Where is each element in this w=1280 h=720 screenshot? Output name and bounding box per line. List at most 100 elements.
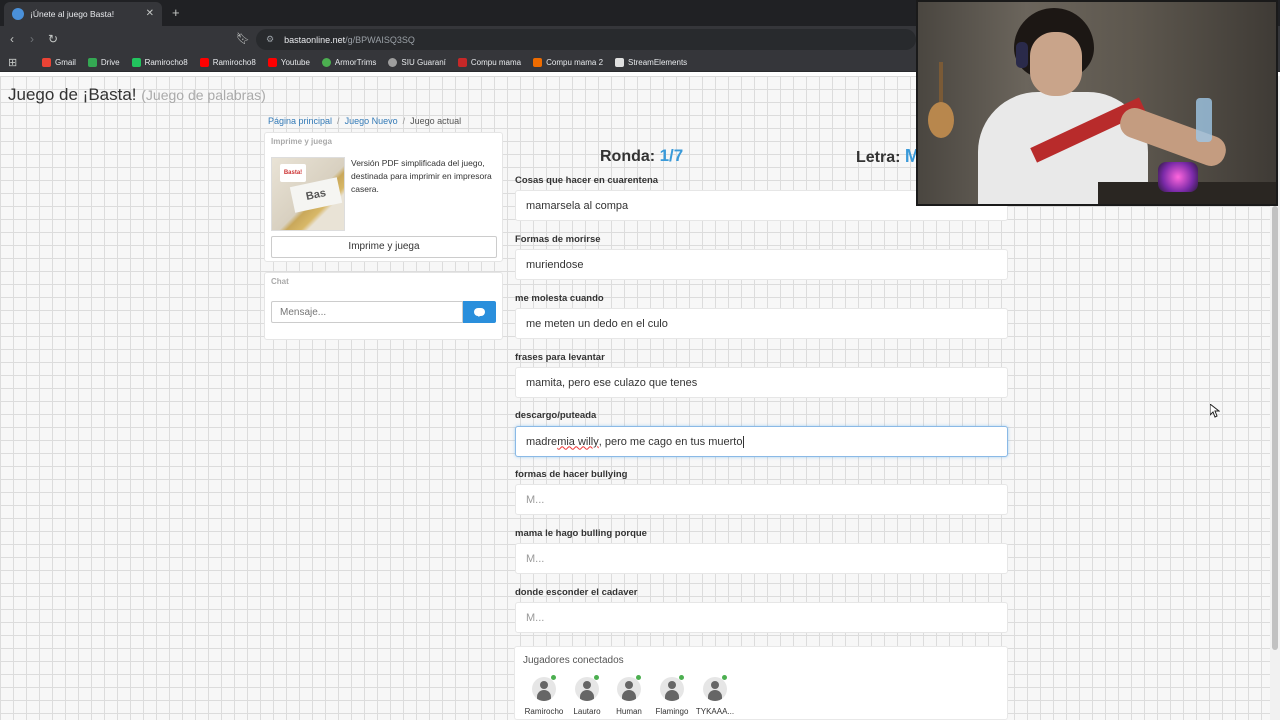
guitar-image — [926, 62, 956, 142]
breadcrumb-current: Juego actual — [410, 116, 462, 126]
streamelements-icon — [615, 57, 625, 67]
bookmark-drive[interactable]: Drive — [82, 57, 126, 67]
webcam-overlay — [916, 0, 1278, 206]
user-avatar-icon — [660, 677, 684, 701]
category-input[interactable]: me meten un dedo en el culo — [515, 308, 1008, 339]
player-item[interactable]: Flamingo — [649, 675, 695, 716]
player-item[interactable]: Ramirocho — [521, 675, 567, 716]
print-thumbnail[interactable]: Basta! Bas — [271, 157, 345, 231]
category-label: frases para levantar — [515, 352, 605, 363]
browser-tab[interactable]: ¡Únete al juego Basta! ✕ — [4, 2, 162, 26]
category-input[interactable]: M... — [515, 543, 1008, 574]
siu-icon — [388, 57, 398, 67]
breadcrumb-home-link[interactable]: Página principal — [268, 116, 332, 126]
compu-mama-icon — [457, 57, 467, 67]
player-name: Lautaro — [573, 707, 601, 716]
chat-send-button[interactable] — [463, 301, 496, 323]
water-bottle-image — [1196, 98, 1212, 142]
round-value: 1/7 — [659, 146, 684, 165]
back-icon[interactable]: ‹ — [10, 32, 14, 46]
chat-heading: Chat — [271, 277, 289, 286]
site-info-icon[interactable]: ⚙ — [266, 34, 274, 45]
round-indicator: Ronda: 1/7 — [600, 146, 684, 165]
players-title: Jugadores conectados — [523, 655, 624, 666]
bookmark-streamelements[interactable]: StreamElements — [609, 57, 693, 67]
drive-icon — [87, 57, 97, 67]
chat-bubble-icon — [474, 308, 485, 317]
chat-panel: Chat — [264, 272, 503, 340]
url-text: bastaonline.net/g/BPWAISQ3SQ — [284, 34, 415, 45]
category-input[interactable]: muriendose — [515, 249, 1008, 280]
category-label: Formas de morirse — [515, 234, 601, 245]
print-description: Versión PDF simplificada del juego, dest… — [351, 158, 492, 194]
youtube-icon — [199, 57, 209, 67]
paper-sheet-image: Bas — [289, 177, 343, 213]
reload-icon[interactable]: ↻ — [48, 32, 58, 46]
player-item[interactable]: Human — [606, 675, 652, 716]
bookmark-armortrims[interactable]: ArmorTrims — [316, 57, 382, 67]
breadcrumb-separator: / — [402, 116, 406, 126]
page-title: Juego de ¡Basta! (Juego de palabras) — [8, 85, 266, 104]
bookmark-youtube[interactable]: Youtube — [262, 57, 316, 67]
print-panel-heading: Imprime y juega — [271, 137, 332, 146]
letter-indicator: Letra: M — [856, 146, 920, 166]
forward-icon[interactable]: › — [30, 32, 34, 46]
category-label: donde esconder el cadaver — [515, 587, 638, 598]
user-avatar-icon — [617, 677, 641, 701]
tab-close-icon[interactable]: ✕ — [146, 9, 154, 19]
scrollbar-thumb[interactable] — [1272, 206, 1278, 650]
bookmark-siu-guarani[interactable]: SIU Guaraní — [382, 57, 451, 67]
compu-mama-2-icon — [533, 57, 543, 67]
kick-icon — [131, 57, 141, 67]
online-status-icon — [636, 675, 641, 680]
player-item[interactable]: Lautaro — [564, 675, 610, 716]
print-panel: Imprime y juega Basta! Bas Versión PDF s… — [264, 132, 503, 262]
headset-icon — [1016, 42, 1028, 68]
category-label: descargo/puteada — [515, 410, 597, 421]
online-status-icon — [679, 675, 684, 680]
online-status-icon — [594, 675, 599, 680]
streamer-face — [1030, 32, 1082, 96]
address-bar[interactable]: ⚙ bastaonline.net/g/BPWAISQ3SQ — [256, 29, 916, 50]
category-label: formas de hacer bullying — [515, 469, 628, 480]
category-label: me molesta cuando — [515, 293, 604, 304]
armortrims-icon — [321, 57, 331, 67]
bookmark-ramirocho8-youtube[interactable]: Ramirocho8 — [194, 57, 262, 67]
text-caret — [743, 435, 745, 448]
connected-players-panel: Jugadores conectados Ramirocho Lautaro H… — [514, 646, 1008, 720]
category-input[interactable]: mamita, pero ese culazo que tenes — [515, 367, 1008, 398]
player-name: TYKAAA... — [695, 707, 735, 716]
breadcrumb-new-game-link[interactable]: Juego Nuevo — [345, 116, 398, 126]
category-input[interactable]: M... — [515, 602, 1008, 633]
bookmark-compu-mama[interactable]: Compu mama — [452, 57, 527, 67]
player-name: Human — [616, 707, 642, 716]
bookmark-ramirocho8-kick[interactable]: Ramirocho8 — [126, 57, 194, 67]
bookmark-icon[interactable]: 🔖︎ — [236, 32, 250, 45]
user-avatar-icon — [532, 677, 556, 701]
bookmark-gmail[interactable]: Gmail — [36, 57, 82, 67]
new-tab-button[interactable]: + — [172, 5, 180, 20]
bookmark-compu-mama-2[interactable]: Compu mama 2 — [527, 57, 609, 67]
category-input-focused[interactable]: madre mia willy, pero me cago en tus mue… — [515, 426, 1008, 457]
online-status-icon — [722, 675, 727, 680]
chat-message-input[interactable] — [271, 301, 463, 323]
rgb-light-image — [1158, 162, 1198, 192]
basta-logo: Basta! — [280, 164, 306, 182]
gmail-icon — [42, 57, 51, 67]
online-status-icon — [551, 675, 556, 680]
player-name: Ramirocho — [524, 707, 564, 716]
breadcrumb-separator: / — [337, 116, 340, 126]
print-and-play-button[interactable]: Imprime y juega — [271, 236, 497, 258]
mouse-cursor-icon — [1209, 402, 1221, 418]
player-item[interactable]: TYKAAA... — [692, 675, 738, 716]
player-name: Flamingo — [655, 707, 689, 716]
tab-favicon-icon — [12, 8, 24, 20]
category-label: Cosas que hacer en cuarentena — [515, 175, 659, 186]
youtube-icon — [267, 57, 277, 67]
category-label: mama le hago bulling porque — [515, 528, 647, 539]
category-input[interactable]: M... — [515, 484, 1008, 515]
apps-grid-icon[interactable]: ⊞ — [8, 56, 36, 69]
user-avatar-icon — [703, 677, 727, 701]
tab-title: ¡Únete al juego Basta! — [30, 9, 115, 19]
breadcrumb: Página principal / Juego Nuevo / Juego a… — [268, 116, 461, 126]
